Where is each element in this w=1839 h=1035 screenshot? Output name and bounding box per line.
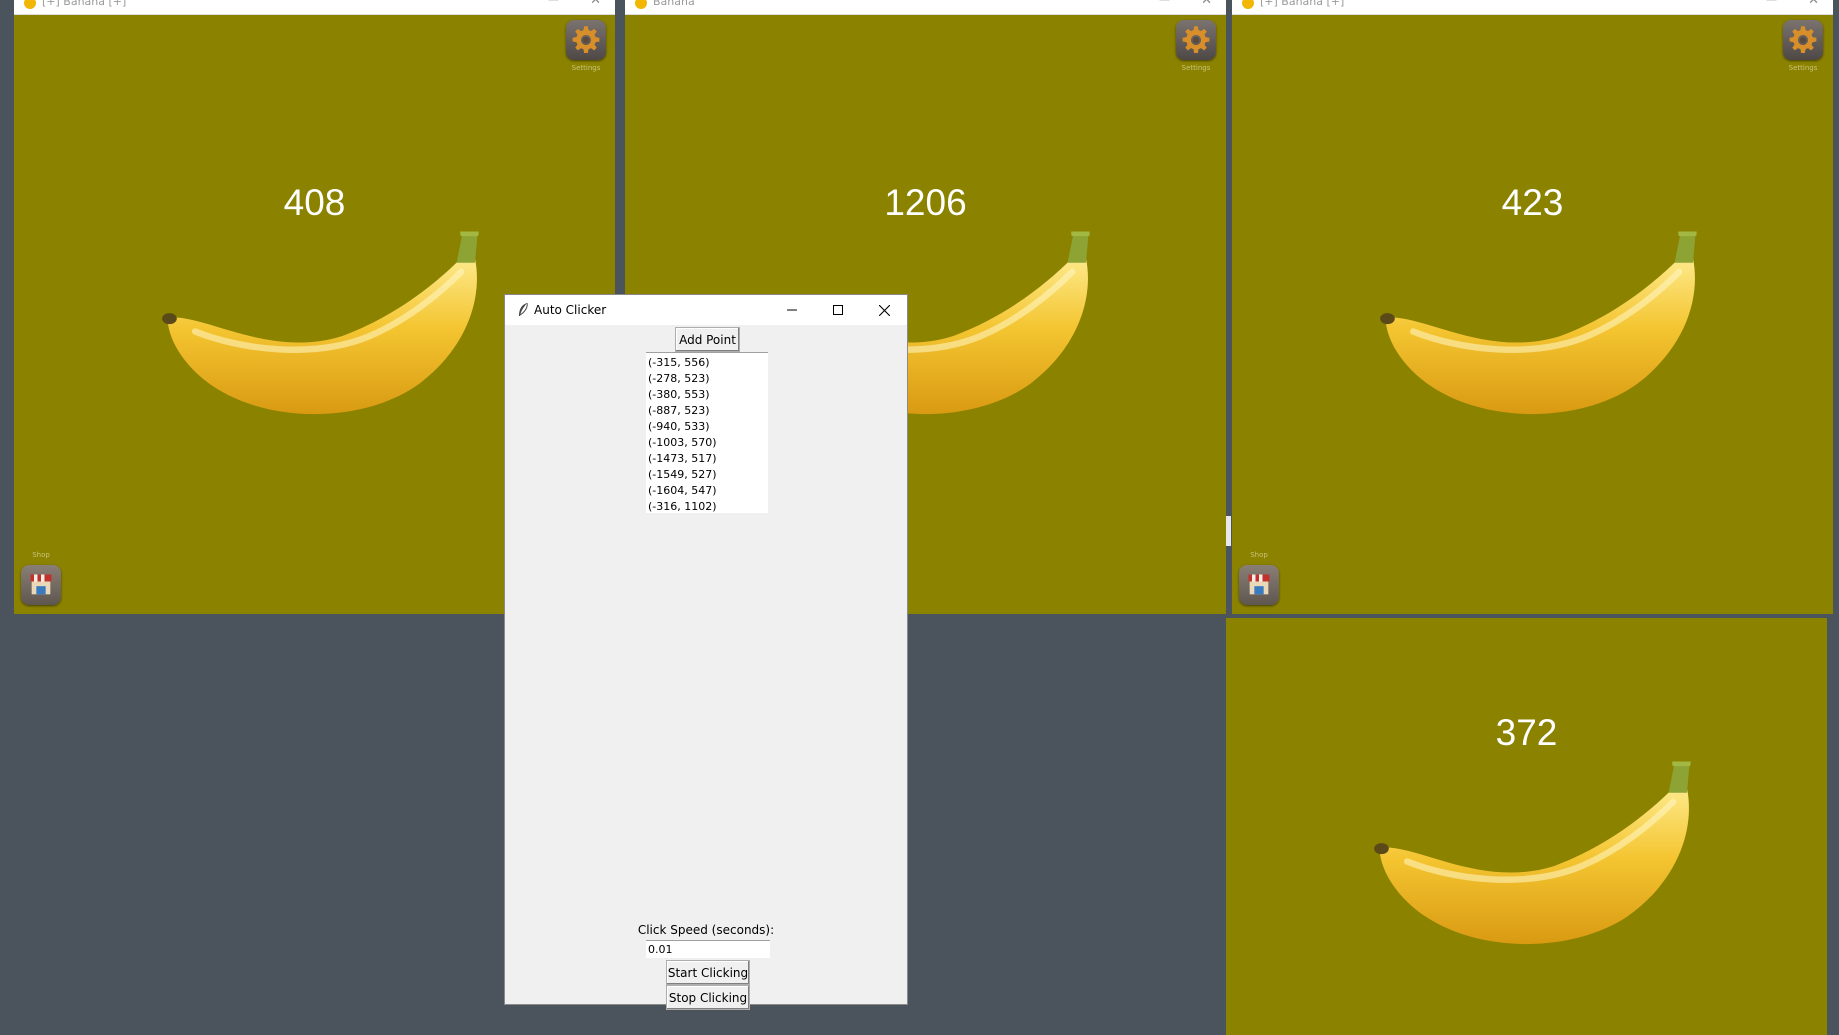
list-item[interactable]: (-1549, 527) [648,467,768,483]
shop-icon [1245,571,1273,599]
close-icon[interactable]: ✕ [1808,0,1819,7]
auto-clicker-titlebar[interactable]: Auto Clicker [505,295,907,325]
close-button[interactable] [861,295,907,325]
game-window-3[interactable]: [+] Banana [+] — ✕ 423 Settings Shop [1232,0,1833,614]
minimize-icon[interactable]: — [1159,0,1170,6]
list-item[interactable]: (-940, 533) [648,419,768,435]
stop-clicking-button[interactable]: Stop Clicking [666,985,750,1010]
game-window-3-titlebar[interactable]: [+] Banana [+] — ✕ [1232,0,1833,15]
gear-icon [571,25,601,55]
settings-button[interactable] [566,20,606,60]
close-icon[interactable]: ✕ [1201,0,1212,7]
add-point-button[interactable]: Add Point [675,327,740,352]
list-item[interactable]: (-315, 556) [648,355,768,371]
list-item[interactable]: (-1473, 517) [648,451,768,467]
points-listbox[interactable]: (-315, 556) (-278, 523) (-380, 553) (-88… [646,352,768,513]
settings-label: Settings [1788,64,1818,72]
banana-click-target[interactable] [144,215,494,415]
window-resize-handle[interactable] [1226,516,1231,546]
close-icon[interactable]: ✕ [590,0,601,7]
maximize-button[interactable] [815,295,861,325]
banana-click-target[interactable] [1356,745,1706,945]
list-item[interactable]: (-1604, 547) [648,483,768,499]
click-speed-input[interactable] [646,940,770,958]
shop-label: Shop [32,551,50,559]
game-window-2-titlebar[interactable]: Banana — ✕ [625,0,1226,15]
gear-icon [1788,25,1818,55]
game-window-1-titlebar[interactable]: [+] Banana [+] — ✕ [14,0,615,15]
list-item[interactable]: (-380, 553) [648,387,768,403]
list-item[interactable]: (-278, 523) [648,371,768,387]
game-window-title: [+] Banana [+] [42,0,127,8]
banana-app-icon [1242,0,1254,9]
game-window-4[interactable]: 372 [1226,618,1827,1035]
gear-icon [1181,25,1211,55]
banana-click-target[interactable] [1362,215,1712,415]
maximize-icon [833,305,843,315]
settings-label: Settings [1181,64,1211,72]
banana-app-icon [24,0,36,9]
list-item[interactable]: (-316, 1102) [648,499,768,515]
list-item[interactable]: (-887, 523) [648,403,768,419]
shop-icon [27,571,55,599]
shop-button[interactable] [21,565,61,605]
shop-label: Shop [1250,551,1268,559]
settings-button[interactable] [1783,20,1823,60]
game-window-title: Banana [653,0,695,8]
auto-clicker-window[interactable]: Auto Clicker Add Point (-315, 556) (-278… [504,294,908,1010]
close-icon [878,304,890,316]
settings-label: Settings [571,64,601,72]
banana-app-icon [635,0,647,9]
settings-button[interactable] [1176,20,1216,60]
minimize-button[interactable] [769,295,815,325]
minimize-icon [787,309,797,311]
feather-icon [519,302,528,316]
click-speed-label: Click Speed (seconds): [637,923,775,937]
list-item[interactable]: (-1003, 570) [648,435,768,451]
game-window-title: [+] Banana [+] [1260,0,1345,8]
window-title: Auto Clicker [534,303,607,317]
minimize-icon[interactable]: — [1766,0,1777,6]
shop-button[interactable] [1239,565,1279,605]
start-clicking-button[interactable]: Start Clicking [666,960,750,985]
minimize-icon[interactable]: — [548,0,559,6]
